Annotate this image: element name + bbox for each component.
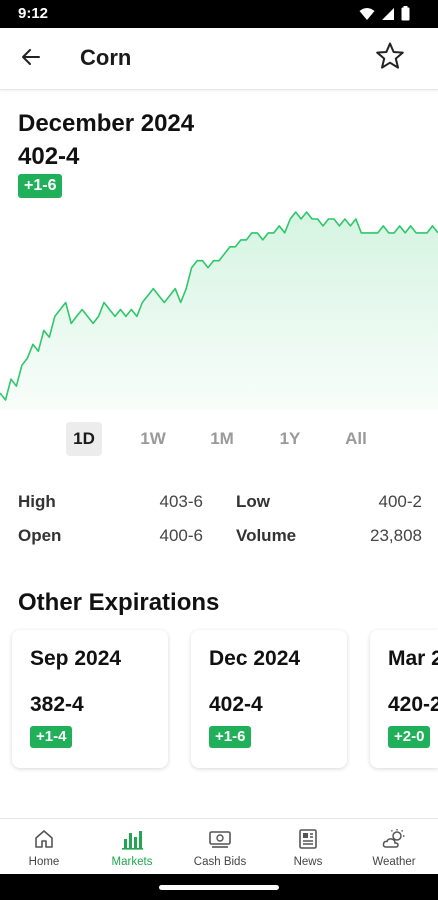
nav-label-home: Home — [28, 856, 60, 868]
news-icon — [296, 827, 320, 851]
nav-label-markets: Markets — [111, 856, 153, 868]
status-icons — [359, 6, 410, 26]
star-outline-icon — [375, 41, 405, 76]
expiration-month: Dec 2024 — [209, 647, 301, 670]
nav-label-news: News — [293, 856, 323, 868]
home-icon — [32, 827, 56, 851]
page-title: Corn — [80, 45, 132, 70]
system-gesture-bar — [0, 874, 438, 900]
cash-bids-icon — [208, 827, 232, 851]
arrow-left-icon — [21, 47, 41, 72]
nav-item-home[interactable]: Home — [0, 819, 88, 875]
expiration-change-badge: +1-6 — [209, 726, 252, 748]
range-selector: 1D 1W 1M 1Y All — [0, 422, 438, 458]
markets-icon — [120, 827, 144, 851]
favorite-button[interactable] — [372, 40, 408, 76]
stat-high-value: 403-6 — [159, 492, 203, 511]
nav-label-weather: Weather — [372, 856, 416, 868]
expiration-price: 402-4 — [209, 693, 263, 716]
cellular-signal-icon — [381, 7, 395, 26]
range-tab-all[interactable]: All — [338, 422, 374, 456]
stat-low-value: 400-2 — [378, 492, 422, 511]
price-chart — [0, 211, 438, 410]
expiration-card-mar-2025[interactable]: Mar 2025 420-2 +2-0 — [370, 630, 438, 768]
wifi-icon — [359, 7, 375, 26]
nav-item-weather[interactable]: Weather — [350, 819, 438, 875]
range-tab-1w[interactable]: 1W — [134, 422, 172, 456]
nav-label-cash-bids: Cash Bids — [193, 856, 247, 868]
range-tab-1y[interactable]: 1Y — [273, 422, 307, 456]
expiration-card-dec-2024[interactable]: Dec 2024 402-4 +1-6 — [191, 630, 347, 768]
expiration-change-badge: +2-0 — [388, 726, 431, 748]
nav-item-cash-bids[interactable]: Cash Bids — [176, 819, 264, 875]
weather-icon — [382, 827, 406, 851]
price-change-badge: +1-6 — [18, 174, 63, 198]
range-tab-1d[interactable]: 1D — [66, 422, 102, 456]
status-time: 9:12 — [18, 5, 49, 22]
back-button[interactable] — [14, 42, 48, 76]
bottom-navigation: Home Markets Cash Bids News Weather — [0, 818, 438, 874]
stat-volume-value: 23,808 — [370, 526, 422, 545]
stat-open-value: 400-6 — [159, 526, 203, 545]
stat-high-label: High — [18, 492, 56, 511]
expiration-card-sep-2024[interactable]: Sep 2024 382-4 +1-4 — [12, 630, 168, 768]
status-bar: 9:12 — [0, 0, 438, 28]
expiration-change-badge: +1-4 — [30, 726, 73, 748]
battery-icon — [401, 6, 410, 26]
app-bar: Corn — [0, 28, 438, 90]
chart-area-fill — [0, 212, 438, 410]
nav-item-markets[interactable]: Markets — [88, 819, 176, 875]
expiration-price: 382-4 — [30, 693, 84, 716]
expiration-month: Sep 2024 — [30, 647, 122, 670]
expiration-price: 420-2 — [388, 693, 438, 716]
stat-volume-label: Volume — [236, 526, 297, 545]
stat-open-label: Open — [18, 526, 62, 545]
expiration-month: Mar 2025 — [388, 647, 438, 670]
contract-price: 402-4 — [18, 143, 80, 170]
contract-name: December 2024 — [18, 110, 195, 137]
nav-item-news[interactable]: News — [264, 819, 352, 875]
home-gesture-handle[interactable] — [159, 885, 279, 890]
other-expirations-title: Other Expirations — [18, 589, 220, 616]
range-tab-1m[interactable]: 1M — [203, 422, 241, 456]
stat-low-label: Low — [236, 492, 270, 511]
